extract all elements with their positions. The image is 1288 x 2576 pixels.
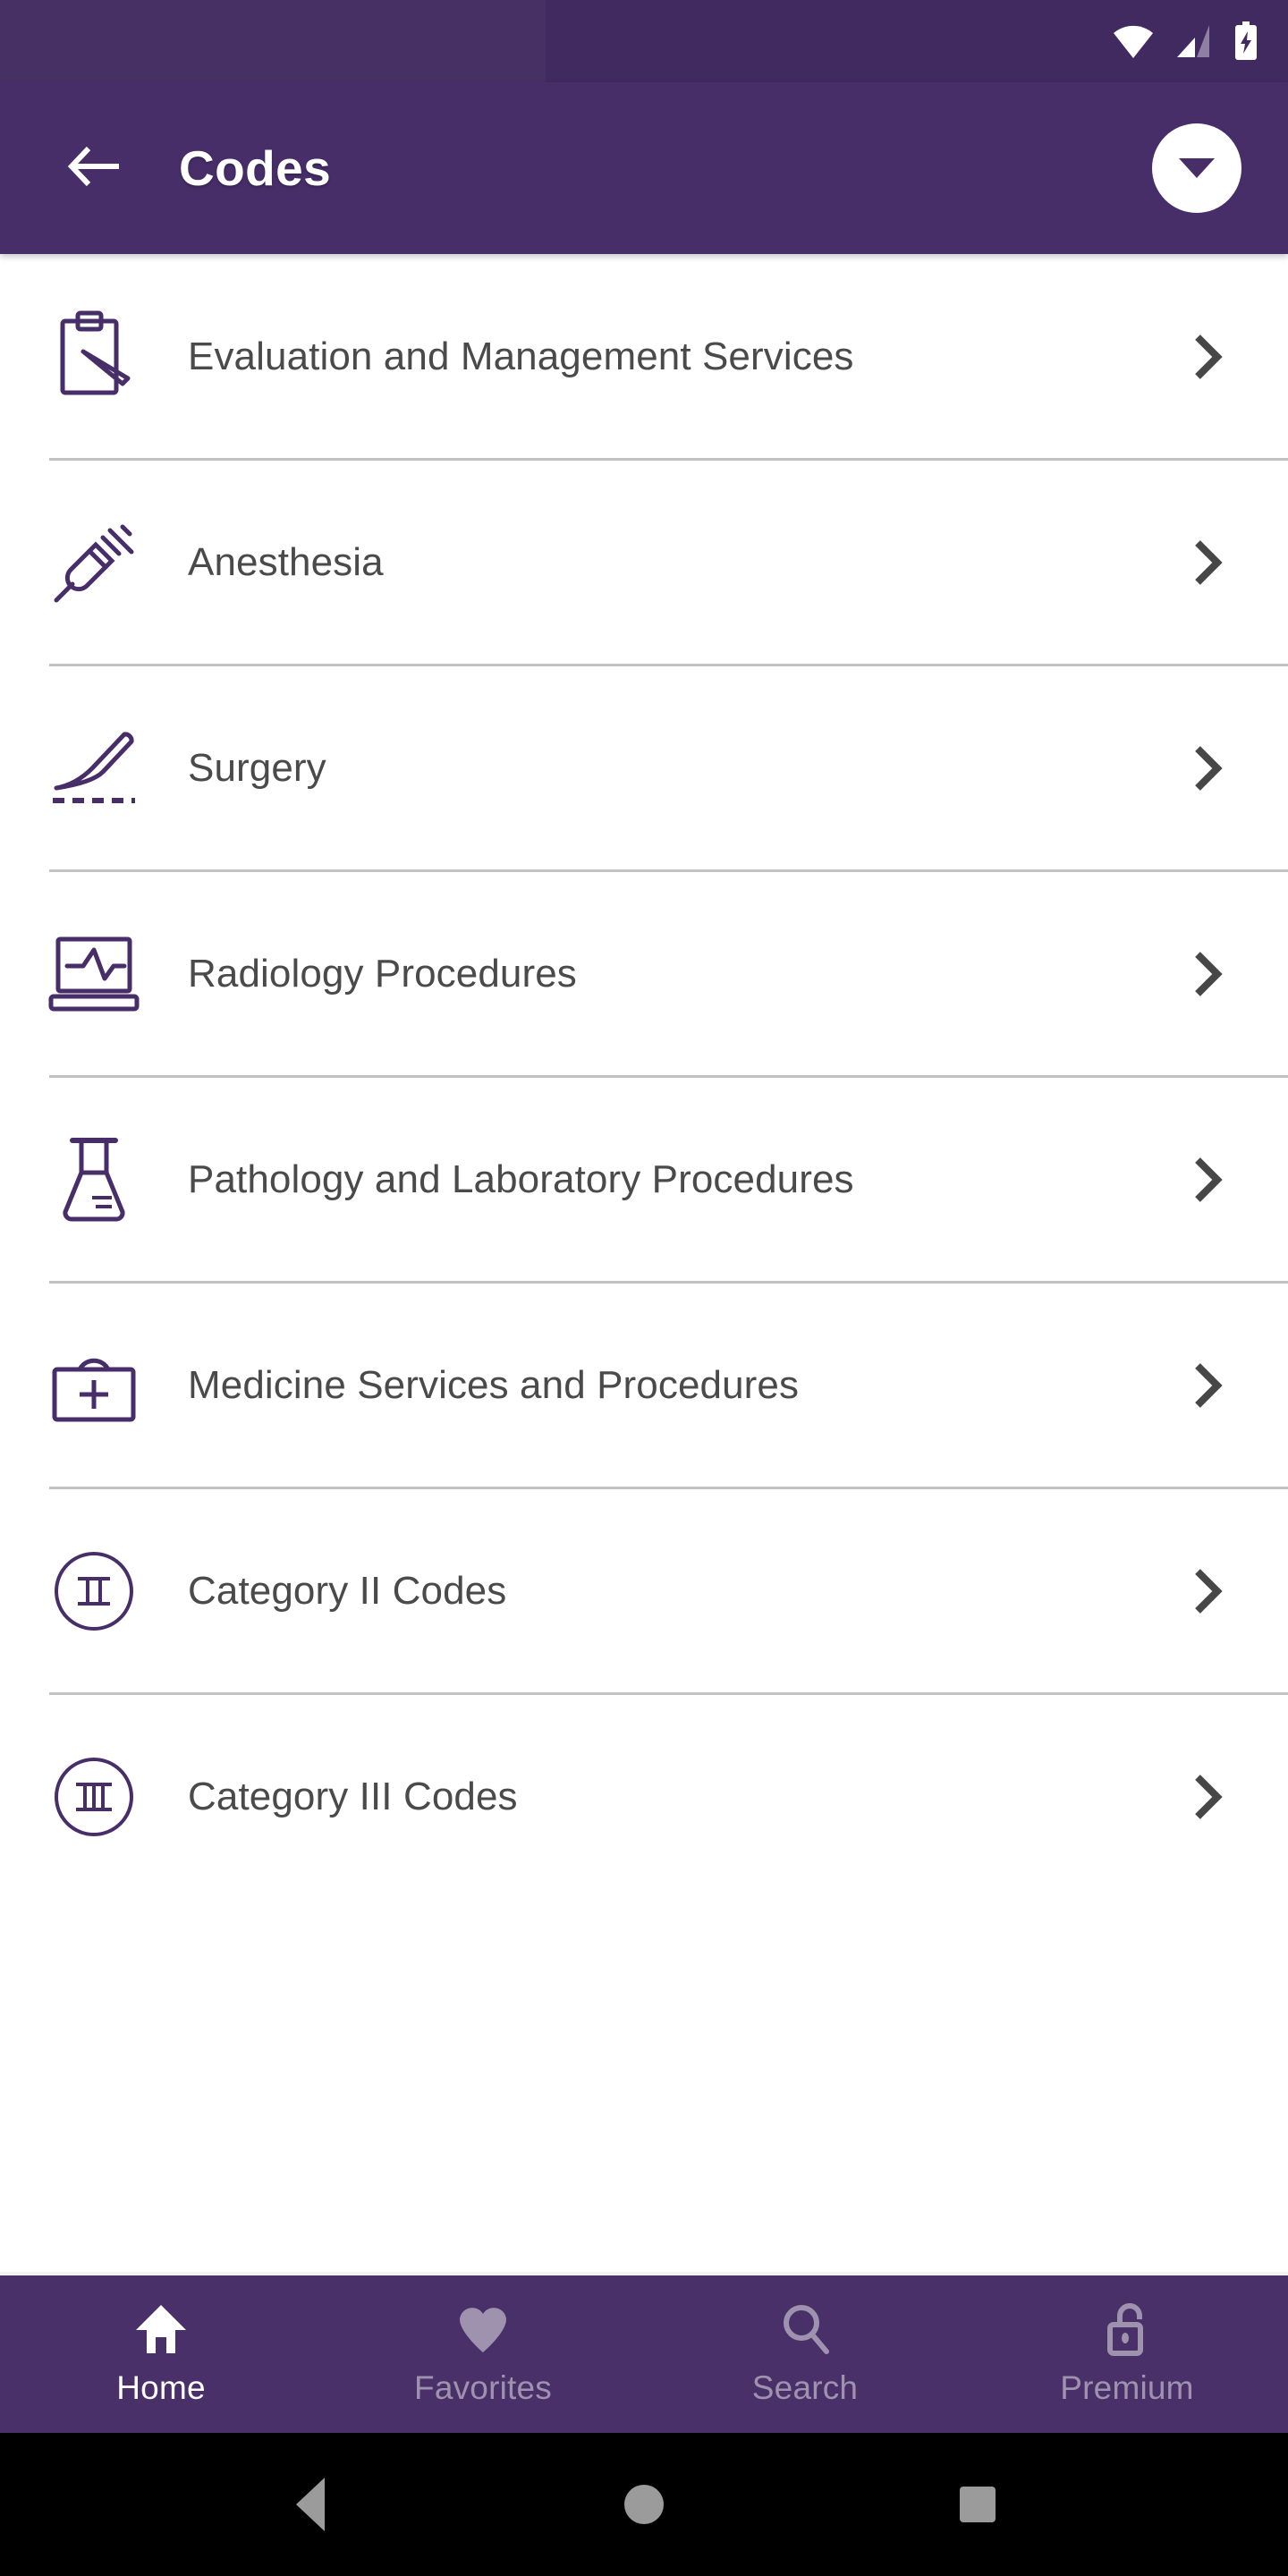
app-bar: Codes [0,82,1288,254]
android-system-nav [0,2433,1288,2576]
cellular-signal-icon [1174,23,1213,59]
list-item[interactable]: Radiology Procedures [0,872,1288,1075]
chevron-down-icon [1179,158,1215,178]
flask-icon [0,1135,188,1224]
heart-icon [457,2301,509,2357]
list-item[interactable]: Surgery [0,666,1288,869]
medical-bag-icon [0,1346,188,1425]
triangle-back-icon [295,2478,325,2531]
nav-item-premium[interactable]: Premium [966,2275,1288,2433]
list-item-label: Medicine Services and Procedures [188,1362,800,1407]
chevron-right-icon[interactable] [1176,1568,1239,1614]
chevron-right-icon[interactable] [1176,1157,1239,1203]
status-bar-shade [0,0,546,82]
syringe-icon [0,518,188,607]
circle-numeral-two-icon [0,1548,188,1634]
unlock-icon [1104,2301,1150,2357]
list-item[interactable]: Pathology and Laboratory Procedures [0,1078,1288,1281]
page-title: Codes [179,140,332,196]
codes-list: Evaluation and Management Services Anest… [0,254,1288,2272]
list-item-label: Radiology Procedures [188,951,577,996]
nav-label-home: Home [116,2369,206,2406]
system-home-button[interactable] [590,2451,698,2558]
circle-home-icon [623,2485,664,2524]
chevron-right-icon[interactable] [1176,745,1239,792]
battery-charging-icon [1233,21,1259,61]
square-recents-icon [960,2487,996,2522]
search-icon [780,2301,830,2357]
chevron-right-icon[interactable] [1176,1774,1239,1820]
list-item-label: Pathology and Laboratory Procedures [188,1157,854,1201]
clipboard-pen-icon [0,310,188,403]
list-item[interactable]: Category III Codes [0,1695,1288,1898]
list-item-label: Evaluation and Management Services [188,334,854,378]
nav-label-search: Search [751,2369,859,2406]
circle-numeral-three-icon [0,1754,188,1840]
app-screen: Codes Evaluation and Management Services [0,0,1288,2576]
chevron-right-icon[interactable] [1176,951,1239,997]
list-item-label: Category II Codes [188,1568,507,1613]
monitor-waveform-icon [0,936,188,1013]
status-bar-icons [1113,21,1259,61]
list-item[interactable]: Evaluation and Management Services [0,255,1288,458]
list-item[interactable]: Category II Codes [0,1489,1288,1692]
nav-item-home[interactable]: Home [0,2275,322,2433]
nav-item-favorites[interactable]: Favorites [322,2275,644,2433]
system-back-button[interactable] [257,2451,364,2558]
list-item-label: Surgery [188,745,326,790]
list-item[interactable]: Medicine Services and Procedures [0,1284,1288,1487]
chevron-right-icon[interactable] [1176,1362,1239,1409]
bottom-navigation: Home Favorites Search Premium [0,2272,1288,2433]
list-item-label: Category III Codes [188,1774,518,1818]
wifi-icon [1113,24,1154,58]
list-item[interactable]: Anesthesia [0,461,1288,664]
home-icon [134,2301,188,2357]
nav-label-favorites: Favorites [414,2369,552,2406]
nav-label-premium: Premium [1060,2369,1194,2406]
scalpel-icon [0,725,188,811]
arrow-left-icon [67,144,123,193]
back-button[interactable] [54,127,136,209]
chevron-right-icon[interactable] [1176,539,1239,586]
chevron-right-icon[interactable] [1176,334,1239,380]
system-recents-button[interactable] [924,2451,1031,2558]
dropdown-button[interactable] [1152,123,1241,213]
nav-item-search[interactable]: Search [644,2275,966,2433]
status-bar [0,0,1288,82]
list-item-label: Anesthesia [188,539,384,584]
